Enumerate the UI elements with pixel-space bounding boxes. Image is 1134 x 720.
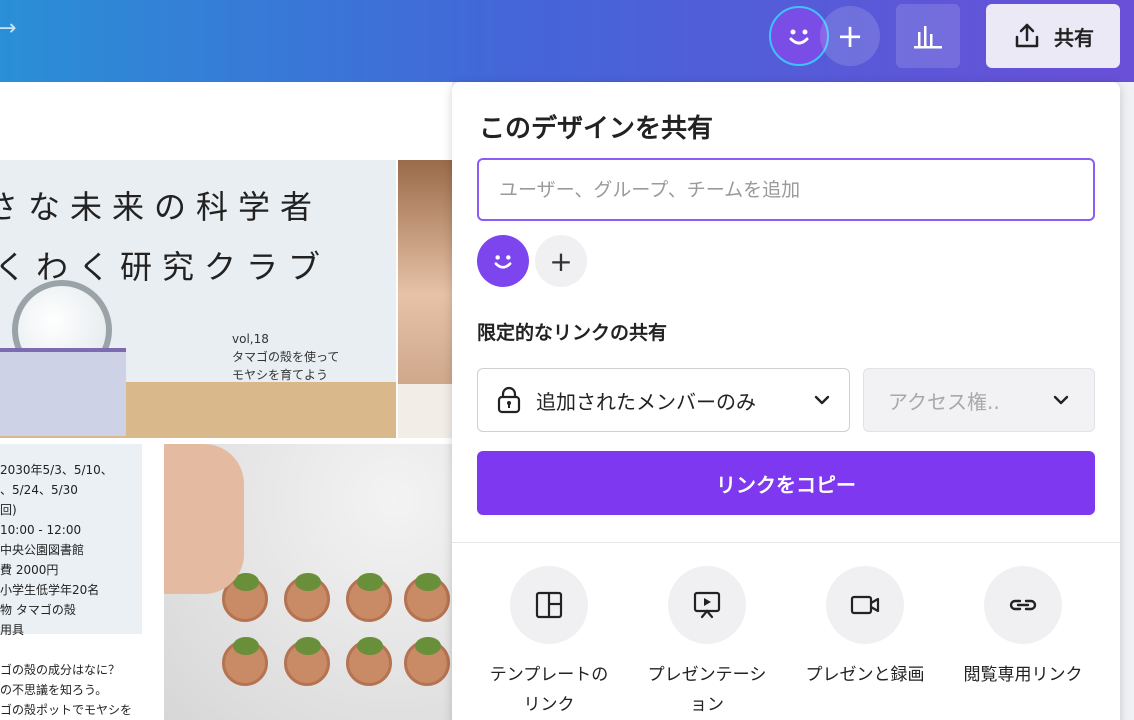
link-access-dropdown[interactable]: 追加されたメンバーのみ xyxy=(477,368,850,432)
option-label-line2: リンク xyxy=(523,695,575,715)
presentation-icon xyxy=(693,591,721,619)
photo-background xyxy=(398,384,452,438)
vol-subtitle-1: タマゴの殻を使って xyxy=(232,350,340,364)
option-label: プレゼンと録画 xyxy=(785,660,945,690)
eggshell-pot xyxy=(346,637,392,686)
upload-icon xyxy=(1015,23,1039,48)
share-panel: このデザインを共有 + 限定的なリンクの共有 追加されたメンバーのみ アクセス権… xyxy=(452,82,1120,720)
chevron-down-icon xyxy=(1053,395,1069,405)
smiley-icon xyxy=(494,255,512,269)
lock-icon xyxy=(497,386,521,414)
eggshell-pot xyxy=(404,637,450,686)
divider xyxy=(452,542,1120,543)
video-camera-icon xyxy=(850,595,880,615)
add-people-input[interactable] xyxy=(477,158,1095,221)
option-label: 閲覧専用リンク xyxy=(943,660,1103,690)
template-icon xyxy=(535,591,563,619)
permission-value: アクセス権.. xyxy=(888,389,1000,414)
member-avatar[interactable] xyxy=(477,235,529,287)
option-label: プレゼンテーシ ョン xyxy=(627,660,787,720)
chevron-down-icon xyxy=(814,395,830,405)
hero-image: さな未来の科学者 くわく研究クラブ vol,18 タマゴの殻を使って モヤシを育… xyxy=(0,160,396,438)
present-and-record-option[interactable]: プレゼンと録画 xyxy=(785,566,945,690)
plus-icon: + xyxy=(549,244,573,278)
vol-subtitle-2: モヤシを育てよう xyxy=(232,368,329,382)
bar-chart-icon xyxy=(914,26,942,49)
eggshell-pot xyxy=(284,637,330,686)
permission-dropdown[interactable]: アクセス権.. xyxy=(863,368,1095,432)
girl-photo xyxy=(398,160,452,438)
smiley-icon xyxy=(789,29,809,45)
copy-link-button[interactable]: リンクをコピー xyxy=(477,451,1095,515)
design-vol-text: vol,18 タマゴの殻を使って モヤシを育てよう xyxy=(232,330,339,384)
eggshell-pot xyxy=(346,573,392,622)
share-button[interactable]: 共有 xyxy=(986,4,1120,68)
video-camera-icon-button[interactable] xyxy=(826,566,904,644)
hand-image xyxy=(164,444,244,594)
design-title-line1: さな未来の科学者 xyxy=(0,188,323,226)
insights-button[interactable] xyxy=(896,4,960,68)
option-label-line2: ョン xyxy=(690,695,724,715)
link-sharing-label: 限定的なリンクの共有 xyxy=(477,322,668,344)
presentation-icon-button[interactable] xyxy=(668,566,746,644)
presentation-option[interactable]: プレゼンテーシ ョン xyxy=(627,566,787,720)
top-toolbar: → + 共有 xyxy=(0,0,1134,82)
panel-title: このデザインを共有 xyxy=(479,114,714,144)
link-icon-button[interactable] xyxy=(984,566,1062,644)
arrow-right-icon: → xyxy=(0,16,17,41)
eggshell-pot xyxy=(284,573,330,622)
template-icon-button[interactable] xyxy=(510,566,588,644)
event-info-text: 2030年5/3、5/10、 、5/24、5/30 回) 10:00 - 12:… xyxy=(0,463,113,637)
option-label: テンプレートの リンク xyxy=(469,660,629,720)
vol-number: vol,18 xyxy=(232,332,269,346)
view-only-link-option[interactable]: 閲覧専用リンク xyxy=(943,566,1103,690)
canvas-header-strip xyxy=(0,82,452,160)
eggshell-pot xyxy=(404,573,450,622)
eggshell-pot xyxy=(222,637,268,686)
add-member-button[interactable]: + xyxy=(535,235,587,287)
template-link-option[interactable]: テンプレートの リンク xyxy=(469,566,629,720)
option-label-line1: テンプレートの xyxy=(489,665,609,685)
option-label-line1: プレゼンテーシ xyxy=(647,665,767,685)
option-label-line1: プレゼンと録画 xyxy=(805,665,925,685)
option-label-line1: 閲覧専用リンク xyxy=(963,665,1083,685)
add-collaborator-button[interactable]: + xyxy=(820,6,880,66)
design-title-line2: くわく研究クラブ xyxy=(0,248,331,286)
link-icon xyxy=(1009,599,1037,611)
books-image xyxy=(0,348,126,436)
design-canvas[interactable]: さな未来の科学者 くわく研究クラブ vol,18 タマゴの殻を使って モヤシを育… xyxy=(0,160,452,720)
share-button-label: 共有 xyxy=(1054,25,1094,50)
plus-icon: + xyxy=(836,17,864,55)
link-access-value: 追加されたメンバーのみ xyxy=(536,389,756,414)
description-text: ゴの殻の成分はなに？ の不思議を知ろう。 ゴの殻ポットでモヤシを xyxy=(0,663,133,717)
